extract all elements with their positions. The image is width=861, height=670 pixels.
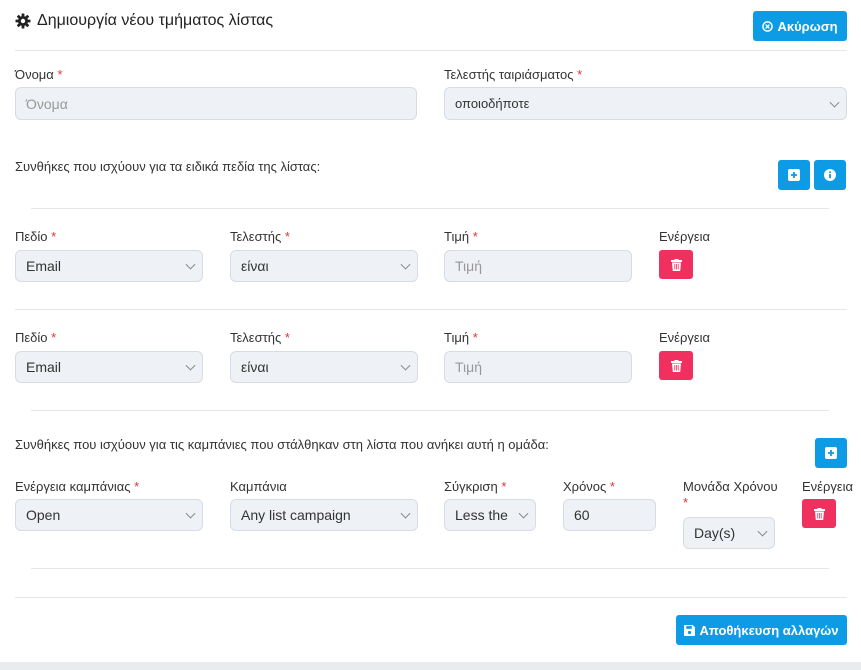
action-label: Ενέργεια — [659, 330, 711, 345]
value-input[interactable]: Τιμή — [444, 250, 632, 282]
match-operator-label: Τελεστής ταιριάσματος * — [444, 67, 583, 82]
field-select-value: Email — [26, 258, 62, 274]
page-title-text: Δημιουργία νέου τμήματος λίστας — [37, 12, 274, 29]
compare-label: Σύγκριση * — [444, 479, 507, 494]
cancel-button[interactable]: Ακύρωση — [753, 11, 847, 41]
campaign-select[interactable]: Any list campaign — [230, 499, 418, 531]
action-label: Ενέργεια — [659, 229, 711, 244]
chevron-down-icon — [185, 259, 196, 270]
time-unit-value: Day(s) — [694, 525, 736, 541]
plus-square-icon — [825, 447, 837, 459]
value-label: Τιμή * — [444, 330, 478, 345]
time-input-value: 60 — [574, 507, 590, 523]
field-select-value: Email — [26, 359, 62, 375]
chevron-down-icon — [829, 97, 840, 108]
delete-condition-button[interactable] — [659, 250, 693, 279]
plus-square-icon — [788, 169, 800, 181]
operator-label: Τελεστής * — [230, 229, 290, 244]
operator-select-value: είναι — [241, 359, 269, 375]
time-unit-select[interactable]: Day(s) — [683, 517, 775, 549]
info-icon — [824, 169, 836, 181]
segment-form-card: Δημιουργία νέου τμήματος λίστας Ακύρωση … — [0, 0, 861, 662]
chevron-down-icon — [400, 259, 411, 270]
value-input-placeholder: Τιμή — [455, 258, 482, 274]
operator-select[interactable]: είναι — [230, 351, 418, 383]
page-title: Δημιουργία νέου τμήματος λίστας — [15, 12, 273, 30]
trash-icon — [670, 258, 682, 271]
field-label: Πεδίο * — [15, 330, 57, 345]
remove-label: Ενέργεια — [802, 479, 854, 494]
divider — [31, 410, 829, 411]
value-input[interactable]: Τιμή — [444, 351, 632, 383]
compare-select-value: Less the — [455, 507, 508, 523]
divider — [15, 597, 847, 598]
name-input[interactable]: Όνομα — [15, 87, 417, 120]
campaign-action-label: Ενέργεια καμπάνιας * — [15, 479, 140, 494]
chevron-down-icon — [518, 508, 529, 519]
time-label: Χρόνος * — [563, 479, 615, 494]
campaign-action-value: Open — [26, 507, 61, 523]
operator-select-value: είναι — [241, 258, 269, 274]
chevron-down-icon — [400, 508, 411, 519]
value-label: Τιμή * — [444, 229, 478, 244]
match-operator-value: οποιοδήποτε — [455, 96, 530, 111]
floppy-disk-icon — [684, 624, 696, 636]
match-operator-select[interactable]: οποιοδήποτε — [444, 87, 847, 120]
field-label: Πεδίο * — [15, 229, 57, 244]
campaign-label: Καμπάνια — [230, 479, 287, 494]
delete-condition-button[interactable] — [659, 351, 693, 380]
divider — [31, 568, 829, 569]
field-conditions-heading: Συνθήκες που ισχύουν για τα ειδικά πεδία… — [15, 159, 321, 174]
trash-icon — [813, 507, 825, 520]
campaign-select-value: Any list campaign — [241, 507, 351, 523]
cancel-button-label: Ακύρωση — [777, 18, 838, 34]
divider — [15, 309, 847, 310]
field-select[interactable]: Email — [15, 351, 203, 383]
field-select[interactable]: Email — [15, 250, 203, 282]
save-changes-label: Αποθήκευση αλλαγών — [699, 622, 839, 638]
campaign-conditions-heading: Συνθήκες που ισχύουν για τις καμπάνιες π… — [15, 437, 549, 452]
trash-icon — [670, 359, 682, 372]
chevron-down-icon — [757, 526, 768, 537]
add-field-condition-button[interactable] — [778, 160, 810, 190]
time-input[interactable]: 60 — [563, 499, 656, 531]
gear-icon — [15, 13, 31, 29]
operator-label: Τελεστής * — [230, 330, 290, 345]
info-button[interactable] — [814, 160, 846, 190]
chevron-down-icon — [400, 360, 411, 371]
save-changes-button[interactable]: Αποθήκευση αλλαγών — [676, 615, 847, 645]
campaign-action-select[interactable]: Open — [15, 499, 203, 531]
time-unit-label: Μονάδα Χρόνου * — [683, 479, 778, 510]
delete-campaign-condition-button[interactable] — [802, 499, 836, 528]
name-label: Όνομα * — [15, 67, 63, 82]
value-input-placeholder: Τιμή — [455, 359, 482, 375]
divider — [31, 208, 829, 209]
name-input-placeholder: Όνομα — [26, 95, 68, 112]
divider — [15, 50, 847, 51]
operator-select[interactable]: είναι — [230, 250, 418, 282]
compare-select[interactable]: Less the — [444, 499, 536, 531]
circle-x-icon — [762, 20, 774, 32]
add-campaign-condition-button[interactable] — [815, 438, 847, 468]
chevron-down-icon — [185, 360, 196, 371]
chevron-down-icon — [185, 508, 196, 519]
